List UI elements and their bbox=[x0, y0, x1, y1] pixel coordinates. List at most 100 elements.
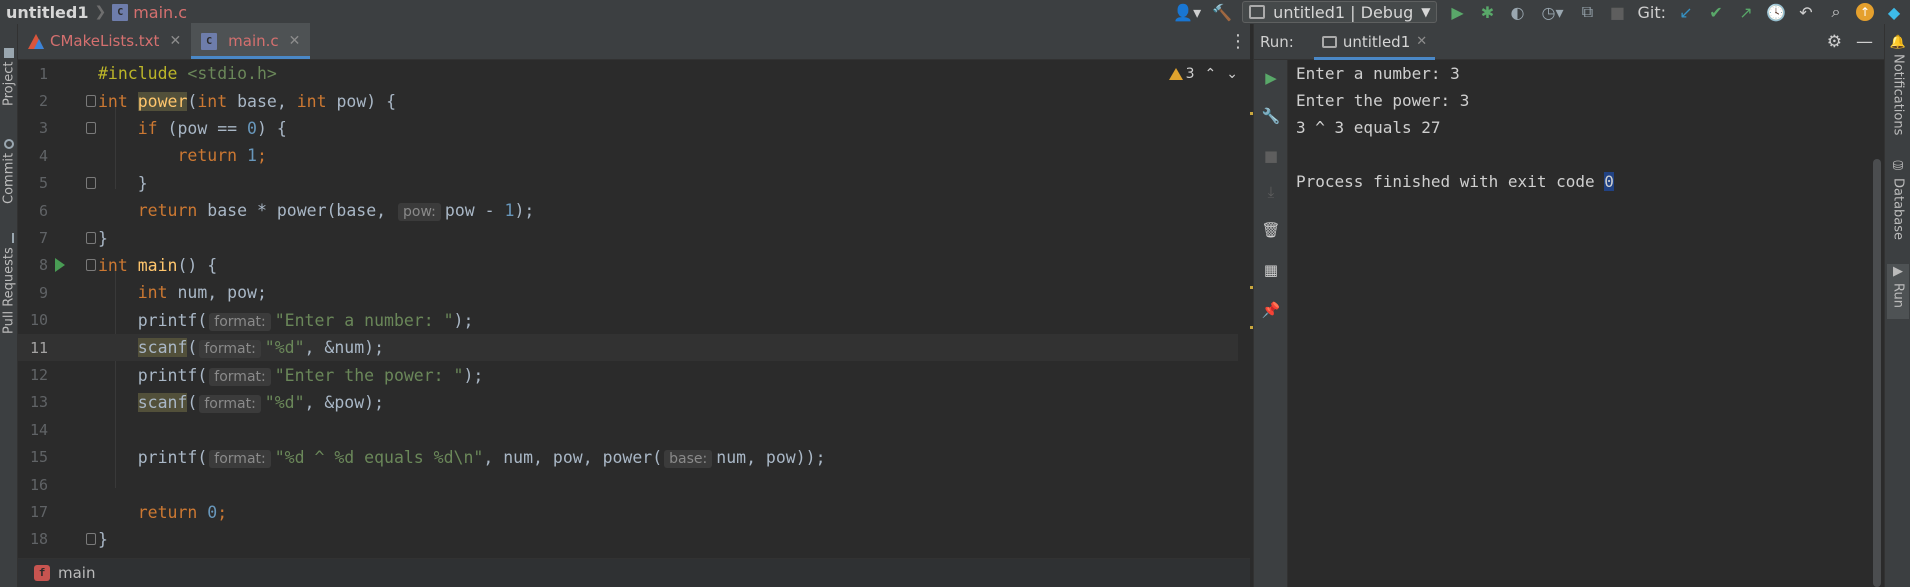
fold-icon[interactable] bbox=[86, 95, 96, 108]
more-tabs-icon[interactable]: ⋮ bbox=[1226, 23, 1250, 59]
code-text: printf(format: "Enter the power: "); bbox=[137, 365, 484, 386]
tool-tab-commit[interactable]: Commit bbox=[0, 124, 18, 204]
build-hammer-icon[interactable]: 🔨 bbox=[1212, 2, 1232, 22]
line-number: 4 bbox=[38, 146, 48, 165]
navigation-bar: untitled1 ❯ C main.c 👤▾ 🔨 untitled1 | De… bbox=[0, 0, 1910, 24]
code-area[interactable]: 3 ⌃ ⌄ 1 #include <stdio.h> 2 int power(i… bbox=[18, 60, 1250, 582]
code-text: scanf(format: "%d", &pow); bbox=[137, 392, 385, 413]
line-number: 9 bbox=[38, 283, 48, 302]
breadcrumb-project[interactable]: untitled1 bbox=[6, 3, 88, 22]
update-available-icon[interactable]: ↑ bbox=[1856, 3, 1874, 21]
tab-main-c-label: main.c bbox=[228, 32, 279, 50]
rerun-icon[interactable]: ▶ bbox=[1261, 68, 1281, 88]
exit-code: 0 bbox=[1604, 172, 1614, 191]
tool-tab-notifications[interactable]: 🔔 Notifications bbox=[1887, 34, 1909, 144]
run-configuration-selector[interactable]: untitled1 | Debug ▼ bbox=[1242, 1, 1438, 23]
gear-icon[interactable]: ⚙ bbox=[1827, 32, 1842, 52]
parameter-hint: base: bbox=[664, 449, 713, 468]
git-label: Git: bbox=[1637, 2, 1666, 22]
minimize-icon[interactable]: — bbox=[1856, 32, 1873, 52]
code-line: 17 return 0; bbox=[18, 498, 1238, 525]
tool-tab-database[interactable]: ⛁ Database bbox=[1887, 159, 1909, 259]
stop-icon[interactable]: ■ bbox=[1261, 146, 1281, 166]
search-icon[interactable]: ⌕ bbox=[1826, 2, 1846, 22]
tool-tab-database-label: Database bbox=[1890, 178, 1906, 241]
line-number: 12 bbox=[29, 366, 48, 385]
pin-icon[interactable]: 📌 bbox=[1261, 300, 1281, 320]
fold-icon[interactable] bbox=[86, 259, 96, 272]
run-header: Run: untitled1 ✕ ⚙ — bbox=[1254, 24, 1885, 60]
tab-cmakelists[interactable]: CMakeLists.txt ✕ bbox=[18, 23, 191, 59]
parameter-hint: format: bbox=[209, 367, 271, 386]
code-line: 3 if (pow == 0) { bbox=[18, 115, 1238, 142]
line-number: 7 bbox=[38, 229, 48, 248]
code-text: #include <stdio.h> bbox=[98, 64, 277, 84]
c-file-icon: C bbox=[112, 3, 129, 21]
line-number: 18 bbox=[29, 530, 48, 549]
coverage-icon[interactable]: ◐ bbox=[1507, 2, 1527, 22]
console-output[interactable]: Enter a number: 3 Enter the power: 3 3 ^… bbox=[1292, 60, 1872, 587]
rollback-icon[interactable]: ↶ bbox=[1796, 2, 1816, 22]
tool-tab-run[interactable]: ▶ Run bbox=[1887, 264, 1909, 319]
scroll-to-end-icon[interactable]: ⤓ bbox=[1261, 182, 1281, 202]
close-icon[interactable]: ✕ bbox=[289, 33, 301, 49]
code-text: if (pow == 0) { bbox=[137, 118, 287, 138]
current-function[interactable]: main bbox=[58, 564, 95, 582]
stop-icon[interactable]: ■ bbox=[1607, 2, 1627, 22]
code-line: 2 int power(int base, int pow) { bbox=[18, 87, 1238, 114]
line-number: 11 bbox=[29, 338, 48, 357]
layout-icon[interactable]: ▦ bbox=[1261, 260, 1281, 280]
breadcrumb: untitled1 ❯ C main.c bbox=[0, 0, 1172, 24]
line-number: 15 bbox=[29, 448, 48, 467]
run-gutter-icon[interactable] bbox=[55, 258, 65, 273]
fold-icon[interactable] bbox=[86, 232, 96, 245]
run-tab-label: untitled1 bbox=[1342, 32, 1411, 51]
console-scrollbar[interactable] bbox=[1873, 159, 1881, 587]
tool-tab-project[interactable]: Project bbox=[0, 36, 18, 106]
line-number: 1 bbox=[38, 64, 48, 83]
tool-tab-run-label: Run bbox=[1890, 283, 1906, 308]
fold-icon[interactable] bbox=[86, 177, 96, 190]
run-icon: ▶ bbox=[1890, 264, 1906, 279]
tool-tab-project-label: Project bbox=[1, 61, 17, 106]
breadcrumb-file-label: main.c bbox=[133, 2, 188, 22]
line-number: 13 bbox=[29, 393, 48, 412]
trash-icon[interactable]: 🗑 bbox=[1261, 220, 1281, 240]
tool-tab-commit-label: Commit bbox=[1, 152, 17, 204]
breadcrumb-status-row: f main bbox=[18, 558, 1250, 587]
console-line: Enter a number: 3 bbox=[1296, 64, 1460, 83]
parameter-hint: format: bbox=[199, 394, 261, 413]
tab-main-c[interactable]: C main.c ✕ bbox=[191, 23, 311, 59]
attach-debugger-icon[interactable]: ⧉ bbox=[1577, 2, 1597, 22]
run-side-toolbar: ▶ 🔧 ■ ⤓ 🗑 ▦ 📌 bbox=[1254, 60, 1288, 587]
git-update-icon[interactable]: ↙ bbox=[1676, 2, 1696, 22]
close-icon[interactable]: ✕ bbox=[169, 33, 181, 49]
code-line: 4 return 1; bbox=[18, 142, 1238, 169]
fold-icon[interactable] bbox=[86, 122, 96, 135]
run-tab-untitled1[interactable]: untitled1 ✕ bbox=[1313, 24, 1436, 60]
line-number: 16 bbox=[29, 475, 48, 494]
history-icon[interactable]: 🕓 bbox=[1766, 2, 1786, 22]
parameter-hint: format: bbox=[209, 312, 271, 331]
code-text: printf(format: "%d ^ %d equals %d\n", num… bbox=[137, 447, 826, 468]
jetbrains-logo-icon[interactable]: ◆ bbox=[1884, 2, 1904, 22]
breadcrumb-file[interactable]: C main.c bbox=[112, 3, 187, 22]
git-push-icon[interactable]: ↗ bbox=[1736, 2, 1756, 22]
left-tool-strip: Project Commit Pull Requests bbox=[0, 24, 18, 587]
code-text: return 1; bbox=[177, 146, 267, 166]
code-line: 14 bbox=[18, 416, 1238, 443]
profile-icon[interactable]: ◷▾ bbox=[1537, 2, 1567, 22]
user-icon[interactable]: 👤▾ bbox=[1172, 2, 1202, 22]
git-commit-icon[interactable]: ✔ bbox=[1706, 2, 1726, 22]
close-icon[interactable]: ✕ bbox=[1416, 34, 1427, 49]
line-number: 2 bbox=[38, 92, 48, 111]
main-toolbar: 👤▾ 🔨 untitled1 | Debug ▼ ▶ ✱ ◐ ◷▾ ⧉ ■ Gi… bbox=[1172, 0, 1910, 24]
tool-tab-pull-requests[interactable]: Pull Requests bbox=[0, 219, 18, 334]
debug-icon[interactable]: ✱ bbox=[1477, 2, 1497, 22]
code-line: 8 int main() { bbox=[18, 252, 1238, 279]
parameter-hint: format: bbox=[199, 340, 261, 359]
run-icon[interactable]: ▶ bbox=[1447, 2, 1467, 22]
fold-icon[interactable] bbox=[86, 533, 96, 546]
breadcrumb-separator-icon: ❯ bbox=[94, 4, 107, 20]
wrench-icon[interactable]: 🔧 bbox=[1261, 106, 1281, 126]
